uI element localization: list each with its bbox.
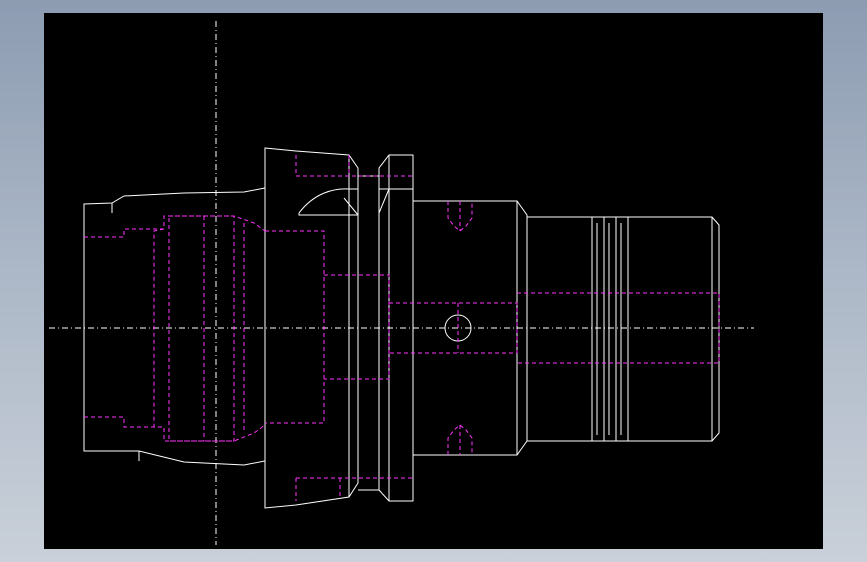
shank-outline [83, 187, 266, 466]
ring-left [358, 175, 380, 491]
left-bore-lower [84, 416, 266, 442]
groove-chamfer [343, 197, 359, 216]
ring-slot-chamfer [378, 188, 390, 214]
flange-bore [265, 230, 325, 424]
cad-drawing [49, 21, 754, 545]
centerlines [49, 21, 754, 545]
spindle-outline [527, 216, 720, 442]
left-bore-upper [84, 215, 266, 238]
spindle-grooves [591, 217, 629, 441]
cad-viewport[interactable] [44, 13, 823, 549]
